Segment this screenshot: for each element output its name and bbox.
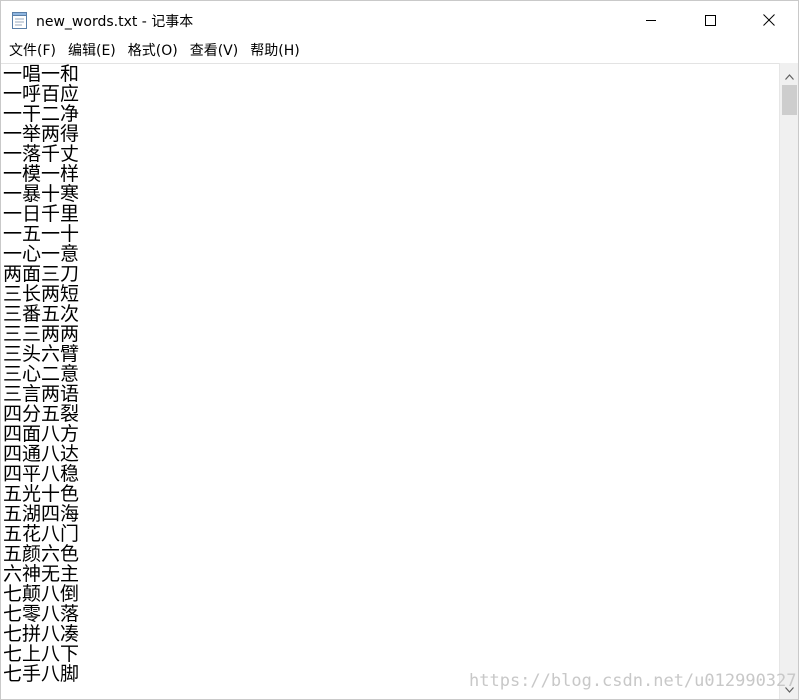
text-line: 五颜六色 [3, 543, 80, 565]
chevron-up-icon [785, 65, 794, 84]
text-line: 三番五次 [3, 303, 80, 325]
text-line: 三头六臂 [3, 343, 80, 365]
text-line: 两面三刀 [3, 263, 80, 285]
text-line: 一五一十 [3, 223, 80, 245]
menu-edit[interactable]: 编辑(E) [62, 40, 122, 62]
text-line: 一唱一和 [3, 63, 80, 85]
text-line: 五光十色 [3, 483, 80, 505]
minimize-button[interactable] [622, 1, 680, 39]
text-line: 七颠八倒 [3, 583, 80, 605]
scroll-up-button[interactable] [780, 65, 798, 84]
text-line: 四面八方 [3, 423, 80, 445]
menu-view[interactable]: 查看(V) [184, 40, 245, 62]
maximize-icon [704, 14, 716, 26]
text-content: 一唱一和 一呼百应 一干二净 一举两得 一落千丈 一模一样 一暴十寒 一日千里 … [3, 64, 79, 684]
text-editor[interactable]: 一唱一和 一呼百应 一干二净 一举两得 一落千丈 一模一样 一暴十寒 一日千里 … [1, 63, 779, 699]
text-line: 一模一样 [3, 163, 80, 185]
text-line: 四平八稳 [3, 463, 80, 485]
notepad-window: new_words.txt - 记事本 文件(F) 编辑(E) 格式(O) 查看… [0, 0, 799, 700]
menu-file[interactable]: 文件(F) [3, 40, 62, 62]
notepad-icon [11, 10, 29, 30]
text-line: 四通八达 [3, 443, 80, 465]
vertical-scrollbar[interactable] [779, 63, 798, 699]
minimize-icon [645, 14, 657, 26]
text-line: 一心一意 [3, 243, 80, 265]
close-button[interactable] [740, 1, 798, 39]
menu-bar: 文件(F) 编辑(E) 格式(O) 查看(V) 帮助(H) [1, 39, 798, 63]
text-line: 七上八下 [3, 643, 80, 665]
text-line: 七拼八凑 [3, 623, 80, 645]
menu-format[interactable]: 格式(O) [122, 40, 184, 62]
text-line: 三长两短 [3, 283, 80, 305]
title-bar[interactable]: new_words.txt - 记事本 [1, 1, 798, 39]
text-line: 三心二意 [3, 363, 80, 385]
text-line: 一干二净 [3, 103, 80, 125]
text-line: 六神无主 [3, 563, 80, 585]
text-line: 三三两两 [3, 323, 80, 345]
text-line: 七手八脚 [3, 663, 80, 685]
text-line: 一日千里 [3, 203, 80, 225]
text-line: 一举两得 [3, 123, 80, 145]
text-line: 五湖四海 [3, 503, 80, 525]
scroll-thumb[interactable] [782, 85, 797, 115]
close-icon [762, 13, 776, 27]
text-line: 一呼百应 [3, 83, 80, 105]
window-title: new_words.txt - 记事本 [36, 14, 194, 30]
menu-help[interactable]: 帮助(H) [244, 40, 305, 62]
watermark-url: https://blog.csdn.net/u012990327 [469, 671, 797, 691]
text-line: 一落千丈 [3, 143, 80, 165]
text-line: 五花八门 [3, 523, 80, 545]
text-line: 一暴十寒 [3, 183, 80, 205]
text-line: 三言两语 [3, 383, 80, 405]
text-line: 七零八落 [3, 603, 80, 625]
maximize-button[interactable] [681, 1, 739, 39]
text-line: 四分五裂 [3, 403, 80, 425]
